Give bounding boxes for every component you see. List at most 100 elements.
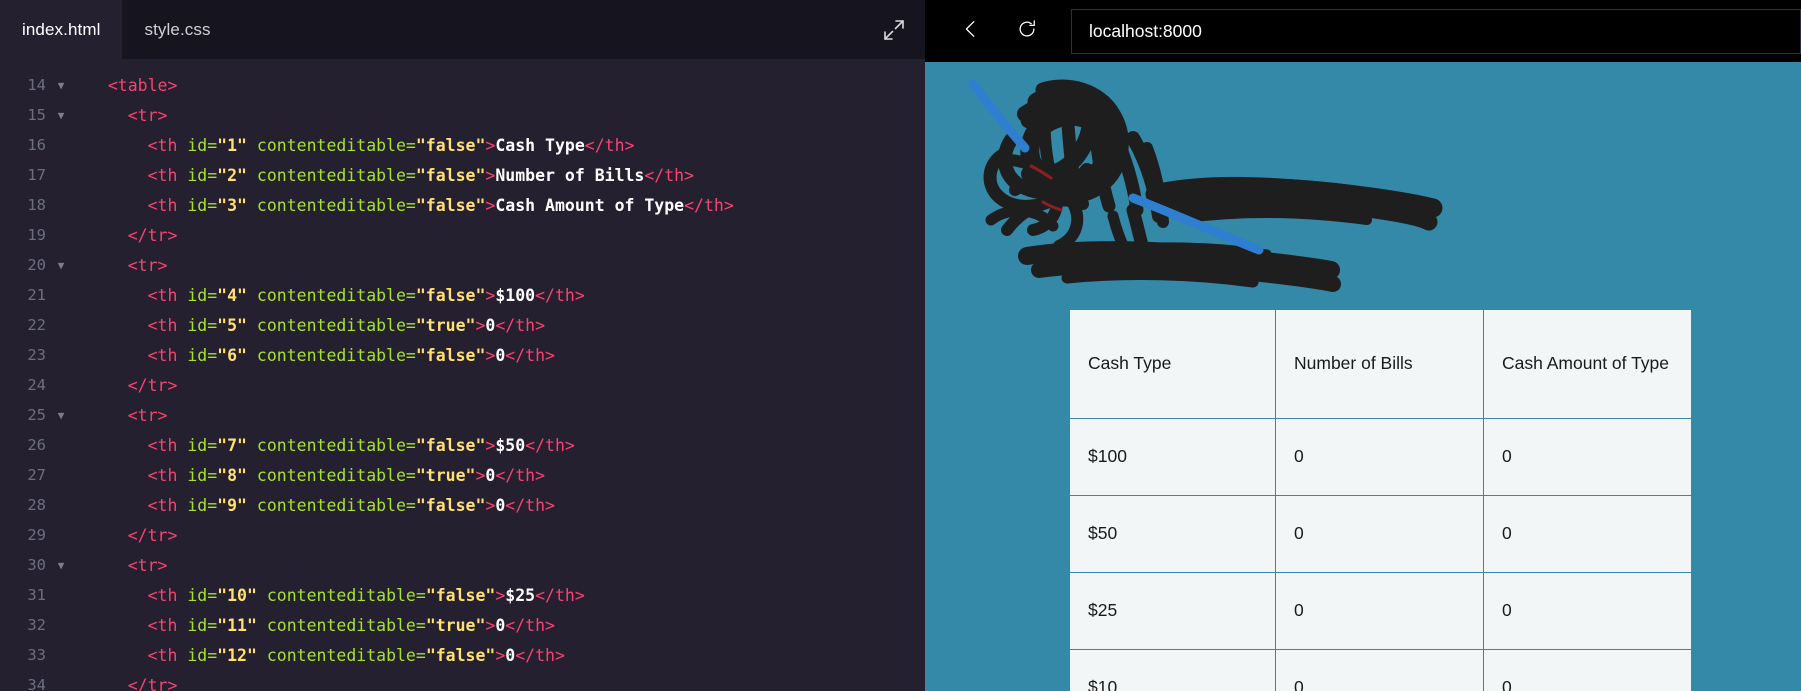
code-token-val: "false" bbox=[415, 165, 486, 185]
fold-arrow-icon[interactable]: ▼ bbox=[46, 410, 76, 421]
chevron-left-icon bbox=[960, 18, 982, 45]
line-number: 19 bbox=[27, 226, 46, 244]
code-token-val: "12" bbox=[217, 645, 257, 665]
code-token-val: "false" bbox=[425, 645, 496, 665]
code-token-tag: > bbox=[485, 285, 496, 305]
address-bar[interactable]: localhost:8000 bbox=[1071, 8, 1801, 54]
table-header-cell: Cash Type bbox=[1069, 309, 1276, 419]
table-cell: $100 bbox=[1069, 418, 1276, 496]
code-token-text: 0 bbox=[495, 495, 506, 515]
code-token-tag: </th> bbox=[584, 135, 635, 155]
fold-arrow-icon[interactable]: ▼ bbox=[46, 260, 76, 271]
table-cell-editable[interactable]: 0 bbox=[1275, 418, 1484, 496]
code-token-tag: <th bbox=[147, 165, 188, 185]
line-number: 25 bbox=[27, 406, 46, 424]
code-line[interactable]: 24 </tr> bbox=[0, 370, 925, 400]
code-token-attr: id= bbox=[187, 135, 218, 155]
code-line-text: <tr> bbox=[76, 556, 168, 575]
line-number: 33 bbox=[27, 646, 46, 664]
code-line[interactable]: 23 <th id="6" contenteditable="false">0<… bbox=[0, 340, 925, 370]
code-line[interactable]: 14 ▼ <table> bbox=[0, 70, 925, 100]
code-line[interactable]: 17 <th id="2" contenteditable="false">Nu… bbox=[0, 160, 925, 190]
code-token-tag: <th bbox=[147, 435, 188, 455]
line-number: 16 bbox=[27, 136, 46, 154]
line-number: 30 bbox=[27, 556, 46, 574]
code-line[interactable]: 16 <th id="1" contenteditable="false">Ca… bbox=[0, 130, 925, 160]
code-token-val: "6" bbox=[217, 345, 247, 365]
code-token-tag: > bbox=[485, 135, 496, 155]
tab-bar-spacer bbox=[233, 0, 863, 59]
code-line[interactable]: 31 <th id="10" contenteditable="false">$… bbox=[0, 580, 925, 610]
code-line[interactable]: 25 ▼ <tr> bbox=[0, 400, 925, 430]
code-editor-content[interactable]: 14 ▼ <table> 15 ▼ <tr> 16 <th id="1" content… bbox=[0, 59, 925, 691]
code-token-tag: <tr> bbox=[127, 105, 168, 125]
code-line[interactable]: 18 <th id="3" contenteditable="false">Ca… bbox=[0, 190, 925, 220]
code-token-val: "1" bbox=[217, 135, 247, 155]
code-token-tag: > bbox=[495, 645, 506, 665]
table-row: $100 0 0 bbox=[1069, 418, 1692, 496]
code-line[interactable]: 26 <th id="7" contenteditable="false">$5… bbox=[0, 430, 925, 460]
code-token-tag: </tr> bbox=[127, 375, 178, 395]
table-cell: $10 bbox=[1069, 649, 1276, 691]
reload-button[interactable] bbox=[999, 8, 1055, 54]
editor-tab-bar: index.html style.css bbox=[0, 0, 925, 59]
code-line[interactable]: 15 ▼ <tr> bbox=[0, 100, 925, 130]
code-token-attr: id= bbox=[187, 645, 218, 665]
code-line-text: </tr> bbox=[76, 226, 178, 245]
table-cell: 0 bbox=[1483, 572, 1692, 650]
cash-table: Cash Type Number of Bills Cash Amount of T… bbox=[1069, 309, 1692, 691]
code-token-tag: <th bbox=[147, 285, 188, 305]
code-line[interactable]: 20 ▼ <tr> bbox=[0, 250, 925, 280]
code-line-text: <th id="11" contenteditable="true">0</th… bbox=[76, 616, 555, 635]
fold-arrow-icon[interactable]: ▼ bbox=[46, 80, 76, 91]
code-token-attr: contenteditable= bbox=[266, 645, 426, 665]
fold-arrow-icon[interactable]: ▼ bbox=[46, 110, 76, 121]
tab-style-css[interactable]: style.css bbox=[122, 0, 232, 59]
code-token-attr: contenteditable= bbox=[256, 345, 416, 365]
code-line[interactable]: 32 <th id="11" contenteditable="true">0<… bbox=[0, 610, 925, 640]
expand-editor-button[interactable] bbox=[863, 0, 925, 59]
table-cell: 0 bbox=[1483, 495, 1692, 573]
code-token-tag: </th> bbox=[505, 615, 555, 635]
black-scribble-drawing bbox=[947, 70, 1467, 295]
code-line[interactable]: 28 <th id="9" contenteditable="false">0<… bbox=[0, 490, 925, 520]
code-line-text: <th id="4" contenteditable="false">$100<… bbox=[76, 286, 585, 305]
code-token-val: "false" bbox=[415, 495, 486, 515]
code-line[interactable]: 30 ▼ <tr> bbox=[0, 550, 925, 580]
table-cell-editable[interactable]: 0 bbox=[1275, 572, 1484, 650]
code-lines: 14 ▼ <table> 15 ▼ <tr> 16 <th id="1" content… bbox=[0, 70, 925, 691]
table-cell: 0 bbox=[1483, 418, 1692, 496]
code-token-tag: > bbox=[485, 495, 496, 515]
back-button[interactable] bbox=[943, 8, 999, 54]
table-header-cell: Number of Bills bbox=[1275, 309, 1484, 419]
table-cell-editable[interactable]: 0 bbox=[1275, 649, 1484, 691]
code-token-attr: contenteditable= bbox=[266, 615, 426, 635]
code-token-tag: <th bbox=[147, 615, 188, 635]
code-line[interactable]: 21 <th id="4" contenteditable="false">$1… bbox=[0, 280, 925, 310]
code-line-text: <th id="10" contenteditable="false">$25<… bbox=[76, 586, 585, 605]
code-token-text: $100 bbox=[495, 285, 536, 305]
code-token-tag: </th> bbox=[644, 165, 695, 185]
code-token-attr: contenteditable= bbox=[256, 465, 416, 485]
tab-index-html[interactable]: index.html bbox=[0, 0, 123, 59]
code-line-text: <th id="12" contenteditable="false">0</t… bbox=[76, 646, 565, 665]
code-line[interactable]: 19 </tr> bbox=[0, 220, 925, 250]
code-line[interactable]: 33 <th id="12" contenteditable="false">0… bbox=[0, 640, 925, 670]
code-token-val: "false" bbox=[415, 195, 486, 215]
table-cell-editable[interactable]: 0 bbox=[1275, 495, 1484, 573]
code-line[interactable]: 22 <th id="5" contenteditable="true">0</… bbox=[0, 310, 925, 340]
tab-label: index.html bbox=[22, 19, 101, 39]
code-token-text: Number of Bills bbox=[495, 165, 645, 185]
code-line-text: <tr> bbox=[76, 106, 168, 125]
code-token-text: Cash Type bbox=[495, 135, 585, 155]
code-token-tag: > bbox=[485, 615, 496, 635]
code-line[interactable]: 29 </tr> bbox=[0, 520, 925, 550]
code-line[interactable]: 27 <th id="8" contenteditable="true">0</… bbox=[0, 460, 925, 490]
code-line-text: <th id="3" contenteditable="false">Cash … bbox=[76, 196, 734, 215]
code-token-attr: id= bbox=[187, 195, 218, 215]
code-token-val: "10" bbox=[217, 585, 257, 605]
code-line[interactable]: 34 </tr> bbox=[0, 670, 925, 691]
fold-arrow-icon[interactable]: ▼ bbox=[46, 560, 76, 571]
